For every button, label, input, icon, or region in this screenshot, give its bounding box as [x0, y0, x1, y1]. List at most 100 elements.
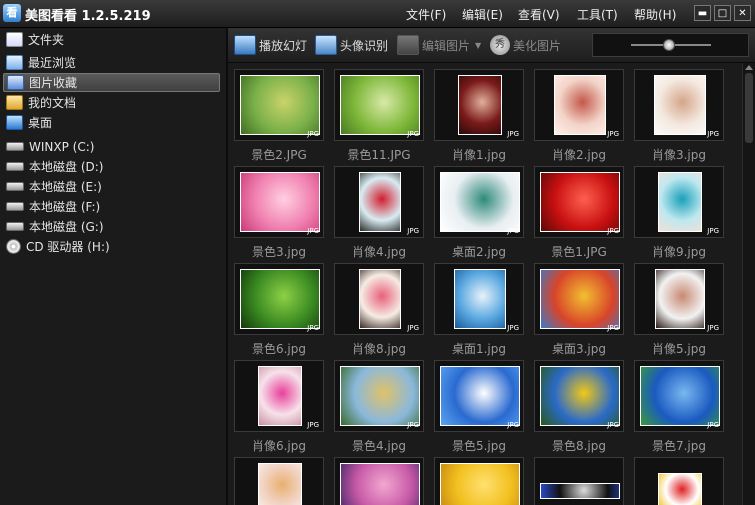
thumbnail-frame[interactable]: JPG	[334, 360, 424, 432]
sidebar-item-drive-g[interactable]: 本地磁盘 (G:)	[3, 217, 220, 236]
thumbnail-item[interactable]: JPG 景色3.jpg	[234, 166, 324, 260]
thumbnail-frame[interactable]: JPG	[434, 360, 524, 432]
thumbnail-frame[interactable]	[534, 457, 624, 505]
toolbar: 播放幻灯 头像识别 编辑图片 ▼ 秀 美化图片	[228, 28, 755, 63]
thumbnail-item[interactable]: JPG 肖像4.jpg	[334, 166, 424, 260]
thumbnail-item[interactable]: JPG 肖像3.jpg	[634, 69, 724, 163]
thumbnail-item[interactable]: JPG 肖像9.jpg	[634, 166, 724, 260]
thumbnail-filename: 肖像4.jpg	[351, 245, 407, 259]
thumbnail-image	[655, 269, 705, 329]
thumbnail-item[interactable]	[434, 457, 524, 505]
menu-view[interactable]: 查看(V)	[518, 6, 560, 23]
folder-sidebar: 文件夹 最近浏览 图片收藏 我的文档 桌面 WINXP (C:) 本地磁盘 (D…	[0, 28, 228, 505]
thumbnail-item[interactable]: JPG 肖像8.jpg	[334, 263, 424, 357]
sidebar-item-drive-d[interactable]: 本地磁盘 (D:)	[3, 157, 220, 176]
thumbnail-item[interactable]: JPG 桌面3.jpg	[534, 263, 624, 357]
thumbnail-frame[interactable]: JPG	[334, 166, 424, 238]
sidebar-item-favorites[interactable]: 图片收藏	[3, 73, 220, 92]
thumbnail-grid: JPG 景色2.JPG JPG 景色11.JPG JPG 肖像1.jpg JPG 肖像2.jp…	[228, 63, 742, 505]
thumbnail-frame[interactable]: JPG	[634, 166, 724, 238]
menu-edit[interactable]: 编辑(E)	[462, 6, 503, 23]
sidebar-item-desktop[interactable]: 桌面	[3, 113, 220, 132]
thumbnail-filename: 景色5.jpg	[451, 439, 507, 453]
menu-help[interactable]: 帮助(H)	[634, 6, 676, 23]
thumbnail-filename: 肖像2.jpg	[551, 148, 607, 162]
close-button[interactable]: ✕	[734, 5, 751, 21]
thumbnail-item[interactable]: JPG 景色7.jpg	[634, 360, 724, 454]
thumbnail-frame[interactable]: JPG	[634, 69, 724, 141]
sidebar-item-folders[interactable]: 文件夹	[3, 30, 220, 49]
thumbnail-frame[interactable]: JPG	[334, 263, 424, 335]
thumbnail-frame[interactable]: JPG	[534, 360, 624, 432]
thumbnail-image	[340, 366, 420, 426]
dropdown-arrow-icon[interactable]: ▼	[475, 41, 481, 50]
scroll-thumb[interactable]	[745, 73, 753, 143]
file-type-badge: JPG	[707, 421, 719, 429]
thumbnail-item[interactable]: JPG 肖像5.jpg	[634, 263, 724, 357]
sidebar-item-recent[interactable]: 最近浏览	[3, 53, 220, 72]
thumbnail-frame[interactable]: JPG	[234, 166, 324, 238]
thumbnail-frame[interactable]: JPG	[434, 263, 524, 335]
thumbnail-item[interactable]: JPG 景色6.jpg	[234, 263, 324, 357]
scroll-up-icon[interactable]	[745, 65, 753, 70]
thumbnail-item[interactable]: JPG 景色11.JPG	[334, 69, 424, 163]
scrollbar[interactable]	[742, 63, 755, 505]
thumbnail-image	[540, 269, 620, 329]
thumbnail-frame[interactable]: JPG	[234, 69, 324, 141]
sidebar-item-drive-e[interactable]: 本地磁盘 (E:)	[3, 177, 220, 196]
thumbnail-frame[interactable]: JPG	[434, 166, 524, 238]
thumbnail-image	[240, 269, 320, 329]
drive-icon	[6, 142, 24, 151]
favorites-icon	[7, 75, 24, 90]
sidebar-item-documents[interactable]: 我的文档	[3, 93, 220, 112]
thumbnail-image	[654, 75, 706, 135]
thumbnail-item[interactable]: JPG 景色4.jpg	[334, 360, 424, 454]
minimize-button[interactable]: ▬	[694, 5, 711, 21]
thumbnail-item[interactable]: JPG 桌面2.jpg	[434, 166, 524, 260]
thumbnail-item[interactable]: JPG 肖像1.jpg	[434, 69, 524, 163]
maximize-button[interactable]: □	[714, 5, 731, 21]
thumbnail-frame[interactable]: JPG	[534, 69, 624, 141]
face-recognition-label: 头像识别	[340, 38, 389, 53]
slideshow-button[interactable]: 播放幻灯	[234, 35, 307, 55]
thumbnail-filename: 景色7.jpg	[651, 439, 707, 453]
thumbnail-frame[interactable]: JPG	[634, 263, 724, 335]
thumbnail-item[interactable]: JPG 景色5.jpg	[434, 360, 524, 454]
thumbnail-item[interactable]: JPG 景色2.JPG	[234, 69, 324, 163]
thumbnail-frame[interactable]	[634, 457, 724, 505]
beautify-image-button[interactable]: 秀 美化图片	[490, 35, 561, 55]
thumbnail-item[interactable]	[234, 457, 324, 505]
thumbnail-item[interactable]	[634, 457, 724, 505]
thumbnail-image	[340, 463, 420, 505]
thumbnail-frame[interactable]: JPG	[334, 69, 424, 141]
thumbnail-frame[interactable]: JPG	[234, 263, 324, 335]
face-recognition-button[interactable]: 头像识别	[315, 35, 388, 55]
menu-file[interactable]: 文件(F)	[406, 6, 446, 23]
thumbnail-image	[440, 463, 520, 505]
thumbnail-frame[interactable]: JPG	[434, 69, 524, 141]
thumbnail-filename: 肖像3.jpg	[651, 148, 707, 162]
menu-tools[interactable]: 工具(T)	[577, 6, 618, 23]
sidebar-item-cd-drive[interactable]: CD 驱动器 (H:)	[3, 237, 220, 256]
thumbnail-filename: 景色11.JPG	[347, 148, 411, 162]
thumbnail-frame[interactable]	[434, 457, 524, 505]
thumbnail-item[interactable]: JPG 肖像6.jpg	[234, 360, 324, 454]
thumbnail-frame[interactable]: JPG	[534, 263, 624, 335]
thumbnail-frame[interactable]	[334, 457, 424, 505]
thumbnail-frame[interactable]: JPG	[534, 166, 624, 238]
thumbnail-frame[interactable]	[234, 457, 324, 505]
sidebar-item-drive-c[interactable]: WINXP (C:)	[3, 137, 220, 156]
thumbnail-item[interactable]: JPG 肖像2.jpg	[534, 69, 624, 163]
thumbnail-item[interactable]: JPG 景色8.jpg	[534, 360, 624, 454]
edit-image-button[interactable]: 编辑图片 ▼	[397, 35, 481, 55]
thumbnail-item[interactable]: JPG 桌面1.jpg	[434, 263, 524, 357]
thumbnail-item[interactable]: JPG 景色1.JPG	[534, 166, 624, 260]
zoom-slider[interactable]	[592, 33, 749, 57]
app-logo-icon: 看	[3, 4, 21, 22]
sidebar-item-drive-f[interactable]: 本地磁盘 (F:)	[3, 197, 220, 216]
thumbnail-item[interactable]	[334, 457, 424, 505]
zoom-thumb[interactable]	[663, 39, 675, 51]
thumbnail-item[interactable]	[534, 457, 624, 505]
thumbnail-frame[interactable]: JPG	[634, 360, 724, 432]
thumbnail-frame[interactable]: JPG	[234, 360, 324, 432]
